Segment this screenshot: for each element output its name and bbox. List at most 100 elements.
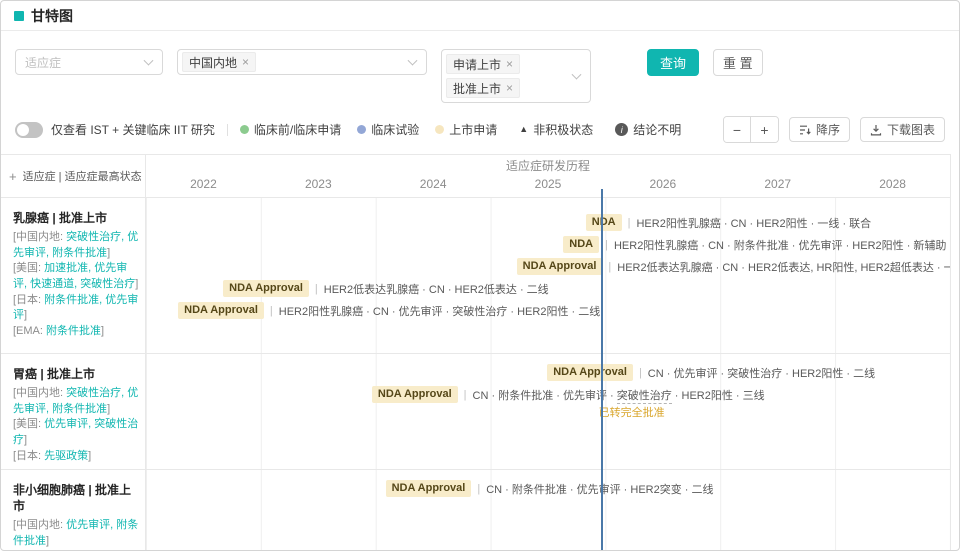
legend-item-label: 结论不明 bbox=[633, 123, 682, 137]
bar-status-chip: NDA Approval bbox=[178, 302, 264, 320]
download-icon bbox=[870, 124, 882, 135]
row-timeline: NDA Approval | CN · 附条件批准 · 优先审评 · HER2突变 … bbox=[146, 470, 950, 550]
zoom-group: − + bbox=[722, 116, 779, 143]
gantt-table: + 适应症 | 适应症最高状态 适应症研发历程 2022 2023 2024 2025… bbox=[1, 154, 951, 550]
detail-bracket: ] bbox=[101, 324, 105, 337]
gantt-bar[interactable]: NDA Approval | CN · 附条件批准 · 优先审评 · 突破性治疗 ·… bbox=[371, 386, 765, 404]
detail-region: [中国内地: bbox=[13, 231, 67, 244]
bar-label-underlined: 突破性治疗 bbox=[616, 389, 672, 404]
gantt-body: 乳腺癌 | 批准上市 [中国内地: 突破性治疗, 优先审评, 附条件批准] [美国:… bbox=[1, 198, 950, 550]
gantt-row: 非小细胞肺癌 | 批准上市[中国内地: 优先审评, 附条件批准][美国: 加速批… bbox=[1, 470, 950, 550]
gantt-bar[interactable]: NDA | HER2阳性乳腺癌 · CN · HER2阳性 · 一线 · 联合 bbox=[585, 214, 872, 232]
legend-item-unclear: i 结论不明 bbox=[615, 121, 681, 138]
detail-region: [中国内地: bbox=[13, 519, 67, 532]
legend-item-label: 非积极状态 bbox=[533, 123, 594, 137]
legend-item-label: 临床试验 bbox=[371, 123, 420, 137]
status-select[interactable]: 申请上市 × 批准上市 × bbox=[441, 49, 591, 103]
expand-all-button[interactable]: + bbox=[9, 169, 17, 184]
detail-region: [日本: bbox=[13, 449, 45, 462]
bar-note: 已转完全批准 bbox=[598, 407, 665, 419]
year-row: 2022 2023 2024 2025 2026 2027 2028 bbox=[146, 175, 950, 197]
detail-bracket: ] bbox=[88, 449, 92, 462]
bar-status-chip: NDA Approval bbox=[516, 258, 603, 276]
indication-select[interactable]: 适应症 bbox=[15, 49, 163, 75]
region-select[interactable]: 中国内地 × bbox=[177, 49, 427, 75]
year-label: 2024 bbox=[419, 177, 447, 191]
zoom-out-button[interactable]: − bbox=[723, 117, 751, 142]
tag-close-icon[interactable]: × bbox=[506, 58, 513, 70]
bar-label: HER2低表达乳腺癌 · CN · HER2低表达 · 二线 bbox=[323, 283, 549, 296]
titlebar: 甘特图 bbox=[1, 1, 959, 31]
reset-button[interactable]: 重 置 bbox=[713, 49, 763, 76]
legend-item-label: 上市申请 bbox=[449, 123, 498, 137]
bar-label: HER2阳性乳腺癌 · CN · 优先审评 · 突破性治疗 · HER2阳性 ·… bbox=[278, 305, 601, 318]
iit-only-toggle[interactable] bbox=[15, 121, 43, 138]
bar-label: CN · 附条件批准 · 优先审评 · 突破性治疗 · HER2阳性 · 三线 bbox=[472, 389, 765, 404]
region-tag: 中国内地 × bbox=[182, 52, 257, 72]
bar-separator: | bbox=[605, 238, 608, 251]
legend-dot-icon bbox=[239, 125, 249, 134]
region-tag-label: 中国内地 bbox=[189, 55, 238, 70]
gantt-header: + 适应症 | 适应症最高状态 适应症研发历程 2022 2023 2024 2025… bbox=[1, 155, 950, 198]
toggle-label: 仅查看 IST + 关键临床 IIT 研究 bbox=[51, 123, 215, 137]
sort-descending-button[interactable]: 降序 bbox=[788, 117, 850, 142]
row-header-cell: 胃癌 | 批准上市 [中国内地: 突破性治疗, 优先审评, 附条件批准] [美国: … bbox=[1, 354, 146, 469]
gantt-app: 甘特图 适应症 中国内地 × 申请上市 × 批准上市 × 查询 重 置 仅查看 … bbox=[0, 0, 960, 551]
gantt-row: 乳腺癌 | 批准上市 [中国内地: 突破性治疗, 优先审评, 附条件批准] [美国:… bbox=[1, 198, 950, 354]
row-group-header-label: 适应症 | 适应症最高状态 bbox=[22, 171, 142, 183]
query-button[interactable]: 查询 bbox=[647, 49, 700, 76]
bar-separator: | bbox=[608, 260, 612, 273]
gantt-bar[interactable]: NDA Approval | HER2低表达乳腺癌 · CN · HER2低表达 ·… bbox=[223, 280, 549, 298]
detail-bracket: ] bbox=[46, 534, 50, 547]
filter-bar: 适应症 中国内地 × 申请上市 × 批准上市 × 查询 重 置 bbox=[1, 31, 959, 103]
timeline-header: 适应症研发历程 2022 2023 2024 2025 2026 2027 2028 bbox=[146, 155, 950, 198]
row-detail: [中国内地: 突破性治疗, 优先审评, 附条件批准] bbox=[13, 230, 139, 261]
year-label: 2028 bbox=[879, 177, 906, 191]
bar-status-chip: NDA Approval bbox=[547, 364, 633, 382]
detail-bracket: ] bbox=[135, 278, 139, 291]
sort-button-label: 降序 bbox=[815, 123, 840, 137]
download-button-label: 下载图表 bbox=[886, 123, 935, 137]
gantt-row: 胃癌 | 批准上市 [中国内地: 突破性治疗, 优先审评, 附条件批准] [美国: … bbox=[1, 354, 950, 470]
bar-separator: | bbox=[269, 304, 273, 317]
gantt-bar[interactable]: NDA | HER2阳性乳腺癌 · CN · 附条件批准 · 优先审评 · HER2… bbox=[563, 236, 946, 254]
row-header-cell: 非小细胞肺癌 | 批准上市[中国内地: 优先审评, 附条件批准][美国: 加速批… bbox=[1, 470, 146, 550]
row-detail: [日本: 先驱政策] bbox=[13, 449, 139, 465]
chevron-down-icon bbox=[571, 69, 582, 80]
row-header-cell: 乳腺癌 | 批准上市 [中国内地: 突破性治疗, 优先审评, 附条件批准] [美国:… bbox=[1, 198, 146, 353]
legend-item-inactive: ▲ 非积极状态 bbox=[519, 121, 593, 138]
year-label: 2023 bbox=[304, 177, 332, 191]
row-timeline: NDA | HER2阳性乳腺癌 · CN · HER2阳性 · 一线 · 联合 NDA… bbox=[146, 198, 950, 353]
row-detail: [中国内地: 优先审评, 附条件批准] bbox=[13, 518, 139, 549]
bar-status-chip: NDA bbox=[585, 214, 622, 232]
title-square-icon bbox=[14, 10, 24, 21]
status-tag: 申请上市 × bbox=[446, 54, 521, 74]
zoom-in-button[interactable]: + bbox=[750, 117, 778, 142]
legend-dot-icon bbox=[357, 125, 367, 134]
chart-controls: − + 降序 下载图表 bbox=[722, 116, 945, 143]
bar-label: HER2阳性乳腺癌 · CN · HER2阳性 · 一线 · 联合 bbox=[636, 217, 872, 230]
timeline-title: 适应症研发历程 bbox=[505, 159, 590, 173]
gantt-bar[interactable]: NDA Approval | CN · 附条件批准 · 优先审评 · HER2突变 … bbox=[385, 480, 714, 498]
legend-item-label: 临床前/临床申请 bbox=[253, 123, 342, 137]
detail-region: [美国: bbox=[13, 418, 45, 431]
status-tag-label: 批准上市 bbox=[453, 81, 502, 96]
row-detail: [美国: 优先审评, 突破性治疗] bbox=[13, 417, 139, 448]
detail-region: [中国内地: bbox=[13, 387, 67, 400]
bar-separator: | bbox=[463, 388, 467, 401]
tag-close-icon[interactable]: × bbox=[242, 56, 249, 68]
tag-close-icon[interactable]: × bbox=[506, 82, 513, 94]
row-group-header: + 适应症 | 适应症最高状态 bbox=[1, 155, 146, 198]
detail-bracket: ] bbox=[24, 309, 28, 322]
row-title: 乳腺癌 | 批准上市 bbox=[13, 211, 108, 225]
gantt-bar[interactable]: NDA Approval | HER2低表达乳腺癌 · CN · HER2低表达, … bbox=[516, 258, 950, 276]
year-label: 2022 bbox=[190, 177, 217, 191]
page-title: 甘特图 bbox=[31, 7, 73, 24]
status-tag-label: 申请上市 bbox=[453, 57, 502, 72]
gantt-bar[interactable]: NDA Approval | HER2阳性乳腺癌 · CN · 优先审评 · 突破性… bbox=[178, 302, 601, 320]
detail-region: [美国: bbox=[13, 262, 45, 275]
chevron-down-icon bbox=[143, 55, 154, 66]
download-chart-button[interactable]: 下载图表 bbox=[859, 117, 945, 142]
detail-bracket: ] bbox=[107, 402, 111, 415]
gantt-bar[interactable]: NDA Approval | CN · 优先审评 · 突破性治疗 · HER2阳性 … bbox=[547, 364, 875, 382]
